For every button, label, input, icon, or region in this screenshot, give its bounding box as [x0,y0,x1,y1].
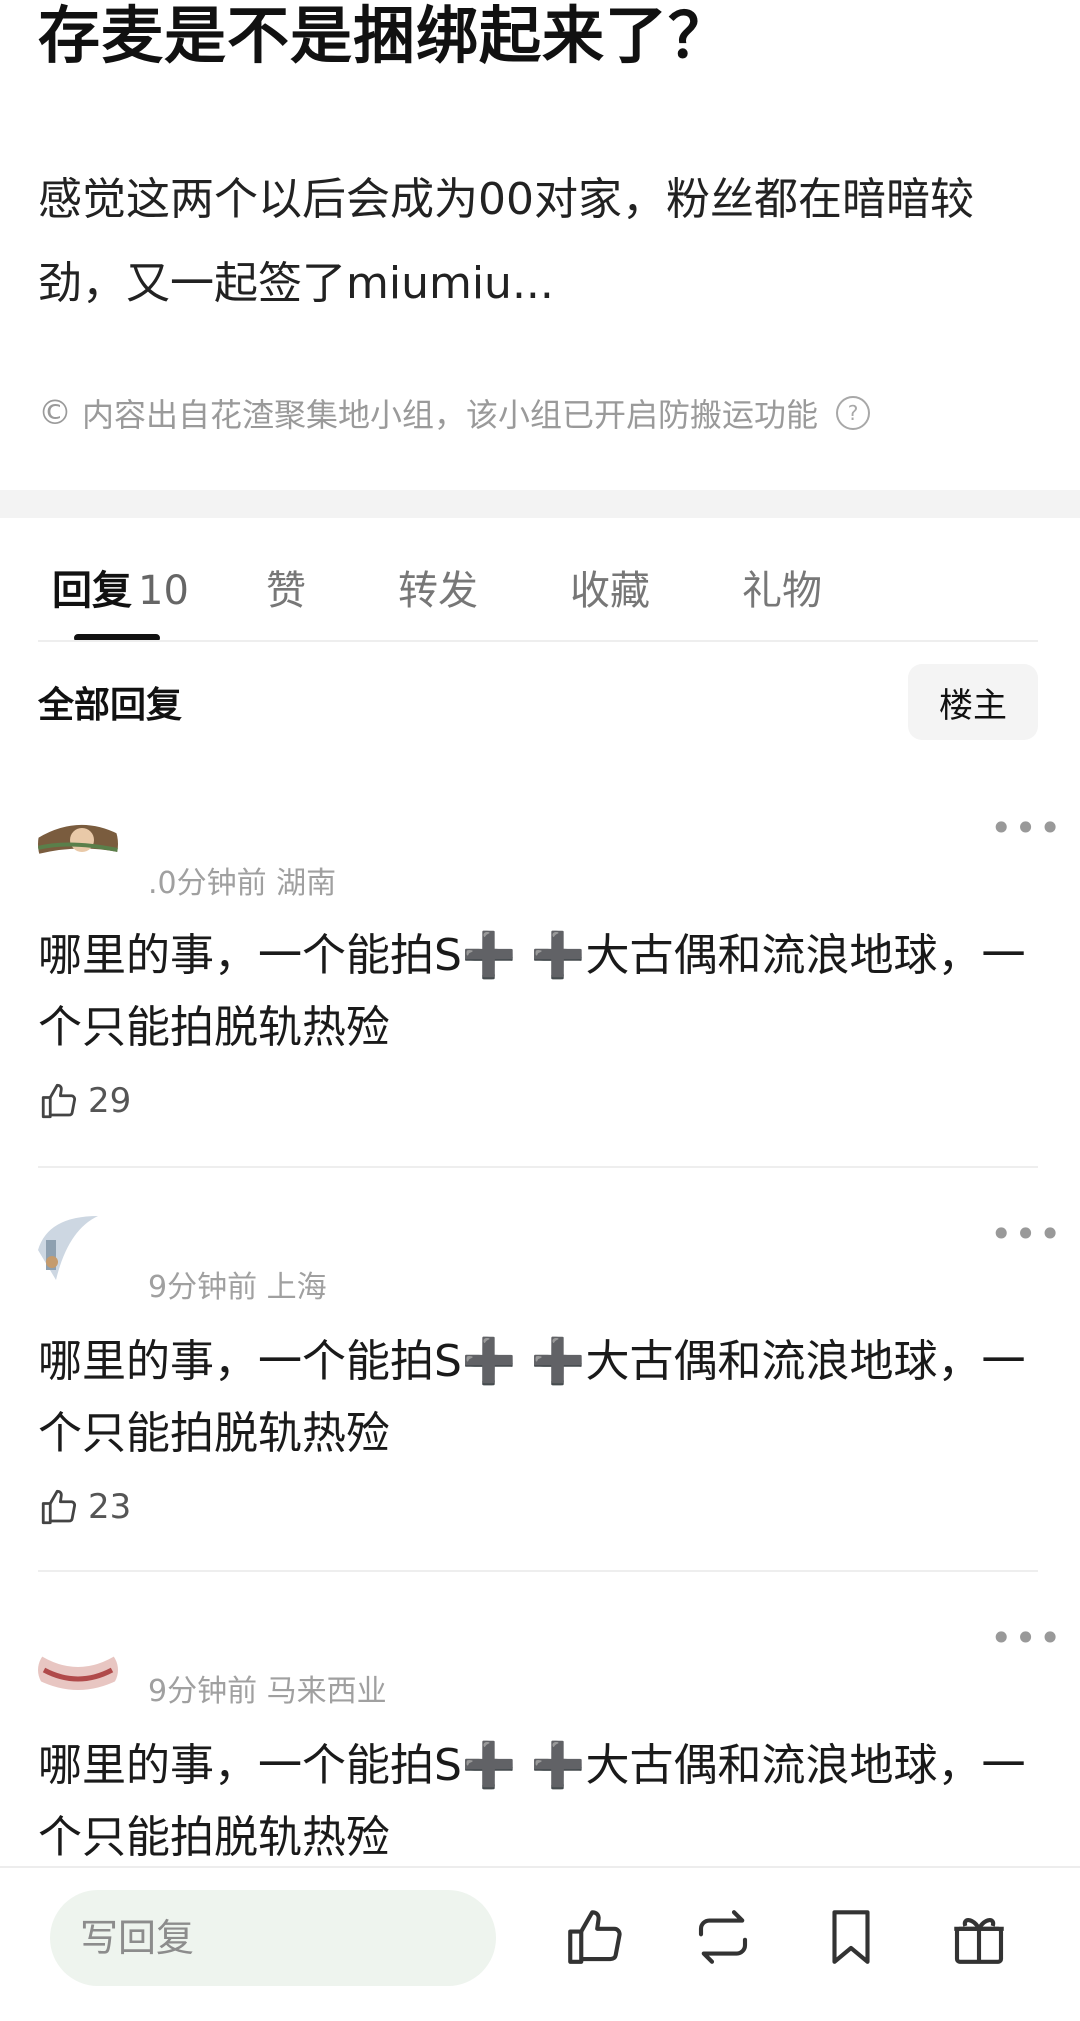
owner-only-button[interactable]: 楼主 [908,664,1038,740]
tab-likes[interactable]: 赞 [266,558,306,616]
like-button[interactable]: 23 [38,1486,131,1528]
tab-reposts[interactable]: 转发 [398,558,478,616]
comment-time: 9分钟前 [148,1674,258,1709]
thumbs-up-icon [41,1083,77,1119]
comment-location: 上海 [266,1270,327,1305]
comment-text: 哪里的事，一个能拍S➕ ➕大古偶和流浪地球，一个只能拍脱轨热殓 [38,1336,1026,1459]
thumbs-up-icon[interactable] [562,1904,628,1970]
gift-icon[interactable] [946,1904,1012,1970]
comment-meta: 9分钟前 马来西业 [148,1666,387,1710]
copyright-icon: © [38,393,72,433]
comment-location: 马来西业 [266,1674,387,1709]
more-icon[interactable]: ••• [990,806,1063,850]
tab-favorites[interactable]: 收藏 [570,558,650,616]
avatar[interactable] [38,804,118,884]
comment-meta: .0分钟前 湖南 [148,858,336,902]
avatar[interactable] [38,1640,118,1700]
more-icon[interactable]: ••• [990,1212,1063,1256]
comment-meta: 9分钟前 上海 [148,1262,327,1306]
bottom-action-bar [0,1866,1080,2021]
tab-replies[interactable]: 回复 10 [52,558,189,616]
tab-replies-count: 10 [138,568,189,614]
comment-time: 9分钟前 [148,1270,258,1305]
comment-text: 哪里的事，一个能拍S➕ ➕大古偶和流浪地球，一个只能拍脱轨热殓 [38,1740,1026,1863]
comment-location: 湖南 [276,866,337,901]
bookmark-icon[interactable] [818,1904,884,1970]
comment-divider [38,1570,1038,1572]
tab-gifts[interactable]: 礼物 [742,558,822,616]
source-note: © 内容出自花渣聚集地小组，该小组已开启防搬运功能 ? [38,390,871,436]
avatar[interactable] [38,1210,118,1290]
post-title: 存麦是不是捆绑起来了？ [38,0,732,72]
reply-input[interactable] [50,1890,496,1986]
comment-text: 哪里的事，一个能拍S➕ ➕大古偶和流浪地球，一个只能拍脱轨热殓 [38,930,1026,1053]
tab-replies-label: 回复 [52,568,132,614]
source-text: 内容出自花渣聚集地小组，该小组已开启防搬运功能 [82,396,819,434]
comment-time: .0分钟前 [148,866,267,901]
tabs-divider [38,640,1038,642]
tab-bar: 回复 10 赞 转发 收藏 礼物 [0,518,1080,642]
like-count: 29 [88,1081,132,1121]
thumbs-up-icon [41,1489,77,1525]
like-count: 23 [88,1487,132,1527]
like-button[interactable]: 29 [38,1080,131,1122]
more-icon[interactable]: ••• [990,1616,1063,1660]
post-body: 感觉这两个以后会成为00对家，粉丝都在暗暗较劲，又一起签了miumiu... [38,174,974,309]
section-separator [0,490,1080,518]
help-icon[interactable]: ? [836,396,871,430]
all-replies-heading: 全部回复 [38,685,183,726]
comment-divider [38,1166,1038,1168]
repost-icon[interactable] [690,1904,756,1970]
